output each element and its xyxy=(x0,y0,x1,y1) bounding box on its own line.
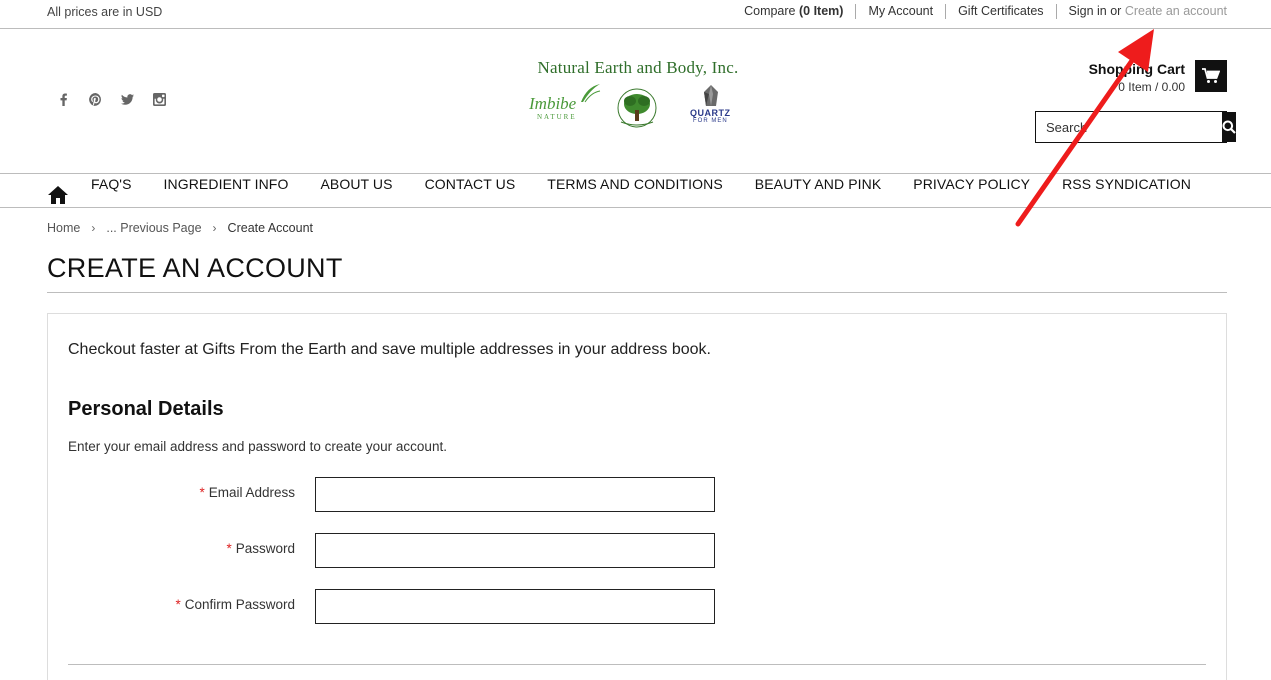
top-links: Compare (0 Item) My Account Gift Certifi… xyxy=(732,4,1227,19)
breadcrumb: Home › ... Previous Page › Create Accoun… xyxy=(47,221,313,235)
section-description: Enter your email address and password to… xyxy=(68,439,447,454)
nav-item-ingredient-info[interactable]: INGREDIENT INFO xyxy=(164,176,289,192)
nav-item-faqs[interactable]: FAQ'S xyxy=(91,176,132,192)
breadcrumb-previous[interactable]: ... Previous Page xyxy=(106,221,201,235)
instagram-icon[interactable] xyxy=(152,92,167,107)
search-input[interactable] xyxy=(1036,112,1222,142)
page-title: CREATE AN ACCOUNT xyxy=(47,253,343,283)
nav-items: FAQ'S INGREDIENT INFO ABOUT US CONTACT U… xyxy=(91,176,1223,192)
quartz-logo: QUARTZ FOR MEN xyxy=(687,84,737,128)
required-mark: * xyxy=(175,597,181,612)
password-field[interactable] xyxy=(315,533,715,568)
gift-certificates-link[interactable]: Gift Certificates xyxy=(946,4,1057,19)
cart-title: Shopping Cart xyxy=(1088,61,1185,77)
breadcrumb-current: Create Account xyxy=(227,221,314,235)
chevron-right-icon: › xyxy=(212,221,217,235)
nav-item-contact-us[interactable]: CONTACT US xyxy=(425,176,516,192)
nav-item-beauty-and-pink[interactable]: BEAUTY AND PINK xyxy=(755,176,882,192)
social-links xyxy=(56,92,167,107)
cart-summary: 0 Item / 0.00 xyxy=(1118,80,1185,94)
facebook-icon[interactable] xyxy=(56,92,71,107)
password-label: * Password xyxy=(226,541,295,556)
nav-item-privacy-policy[interactable]: PRIVACY POLICY xyxy=(913,176,1030,192)
search-icon xyxy=(1222,120,1236,134)
home-icon[interactable] xyxy=(47,185,69,205)
nav-item-about-us[interactable]: ABOUT US xyxy=(320,176,392,192)
logo-brands: Imbibe NATURE QUARTZ FOR MEN xyxy=(527,84,749,134)
divider xyxy=(47,292,1227,293)
top-bar: All prices are in USD Compare (0 Item) M… xyxy=(0,0,1271,29)
account-links: Sign in or Create an account xyxy=(1068,4,1227,18)
email-label: * Email Address xyxy=(199,485,295,500)
confirm-password-label: * Confirm Password xyxy=(175,597,295,612)
pinterest-icon[interactable] xyxy=(88,92,103,107)
sign-in-link[interactable]: Sign in xyxy=(1069,4,1107,18)
leaf-icon xyxy=(581,84,601,103)
cart-button[interactable] xyxy=(1195,60,1227,92)
create-account-panel: Checkout faster at Gifts From the Earth … xyxy=(47,313,1227,680)
cart-icon xyxy=(1202,68,1220,83)
shopping-cart[interactable]: Shopping Cart 0 Item / 0.00 xyxy=(1089,60,1227,94)
cart-text: Shopping Cart 0 Item / 0.00 xyxy=(1089,61,1185,94)
store-logo[interactable]: Natural Earth and Body, Inc. Imbibe NATU… xyxy=(527,58,749,138)
compare-link[interactable]: Compare (0 Item) xyxy=(732,4,857,19)
section-title: Personal Details xyxy=(68,398,224,420)
required-mark: * xyxy=(199,485,205,500)
currency-note: All prices are in USD xyxy=(47,5,163,19)
gifts-from-the-earth-logo xyxy=(611,84,663,128)
divider xyxy=(68,664,1206,665)
chevron-right-icon: › xyxy=(91,221,96,235)
breadcrumb-home[interactable]: Home xyxy=(47,221,80,235)
email-field[interactable] xyxy=(315,477,715,512)
nav-item-rss-syndication[interactable]: RSS SYNDICATION xyxy=(1062,176,1191,192)
main-nav: FAQ'S INGREDIENT INFO ABOUT US CONTACT U… xyxy=(0,173,1271,208)
confirm-password-field[interactable] xyxy=(315,589,715,624)
twitter-icon[interactable] xyxy=(120,92,135,107)
logo-title: Natural Earth and Body, Inc. xyxy=(537,58,739,77)
search-button[interactable] xyxy=(1222,112,1236,142)
nav-item-terms[interactable]: TERMS AND CONDITIONS xyxy=(547,176,722,192)
search-box xyxy=(1035,111,1236,143)
imbibe-logo: Imbibe NATURE xyxy=(529,84,601,121)
create-account-link[interactable]: Create an account xyxy=(1125,4,1227,18)
my-account-link[interactable]: My Account xyxy=(856,4,947,19)
intro-text: Checkout faster at Gifts From the Earth … xyxy=(68,341,711,358)
required-mark: * xyxy=(226,541,232,556)
compare-count: (0 Item) xyxy=(799,4,844,18)
